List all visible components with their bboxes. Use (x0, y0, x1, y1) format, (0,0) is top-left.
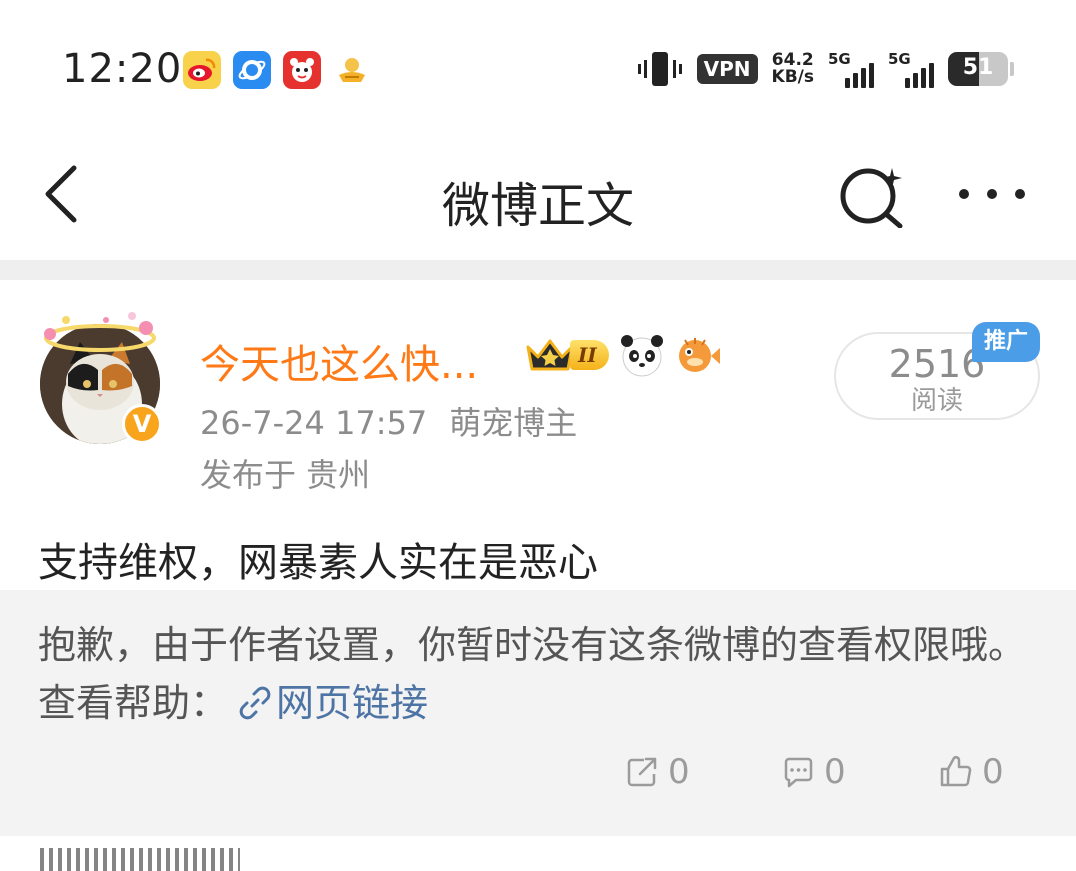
restricted-notice: 抱歉，由于作者设置，你暂时没有这条微博的查看权限哦。查看帮助： 网页链接 (38, 616, 1048, 732)
network-speed: 64.2 KB/s (772, 52, 814, 86)
system-icons: VPN 64.2 KB/s 5G 5G 51 (637, 50, 1014, 88)
hand-app-icon (333, 51, 371, 89)
weibo-app-icon (183, 51, 221, 89)
comment-icon (784, 757, 813, 788)
author-role: 萌宠博主 (449, 404, 578, 442)
speed-unit: KB/s (771, 67, 814, 87)
more-icon[interactable] (956, 182, 1028, 206)
comment-count: 0 (824, 752, 846, 792)
link-icon (239, 686, 271, 720)
page-title: 微博正文 (441, 178, 634, 234)
section-divider (0, 260, 1076, 280)
repost-count: 0 (668, 752, 690, 792)
user-badges: II (524, 332, 721, 378)
shopping-app-icon (283, 51, 321, 89)
restricted-repost-box: 抱歉，由于作者设置，你暂时没有这条微博的查看权限哦。查看帮助： 网页链接 0 0 … (0, 590, 1076, 836)
thumbs-up-icon (940, 756, 972, 787)
help-web-link[interactable]: 网页链接 (276, 681, 428, 725)
clock: 12:20 (62, 46, 183, 92)
next-post-preview (0, 836, 1076, 871)
signal-sim1-icon: 5G (828, 50, 874, 88)
post-location: 发布于 贵州 (200, 456, 371, 494)
comment-button[interactable]: 0 (780, 752, 846, 792)
battery-level: 51 (962, 55, 994, 80)
vip-level: II (570, 340, 609, 370)
repost-icon (627, 757, 657, 787)
post-text: 支持维权，网暴素人实在是恶心 (38, 540, 598, 586)
username[interactable]: 今天也这么快... (200, 332, 478, 390)
panda-icon (620, 335, 663, 377)
crown-icon (526, 339, 574, 371)
post-actions: 0 0 0 (620, 752, 1040, 800)
promote-badge[interactable]: 推广 (972, 322, 1040, 362)
like-button[interactable]: 0 (938, 752, 1004, 792)
post-timestamp: 26-7-24 17:57 (200, 404, 428, 442)
cropped-text-fragment (40, 848, 240, 871)
verified-badge: V (122, 404, 162, 444)
read-label: 阅读 (910, 386, 963, 416)
avatar-frame-icon (44, 312, 156, 352)
vip-crown-badge[interactable]: II (524, 335, 609, 375)
avatar[interactable]: V (36, 308, 166, 448)
like-count: 0 (982, 752, 1004, 792)
browser-app-icon (233, 51, 271, 89)
signal-sim2-icon: 5G (888, 50, 934, 88)
status-bar: 12:20 VPN 64.2 KB/s 5G 5G 51 (0, 0, 1076, 130)
search-icon[interactable] (836, 162, 906, 228)
post-card[interactable]: V 今天也这么快... II 26-7-24 17:57 萌宠博主 发布于 贵州 … (0, 280, 1076, 590)
battery-tip (1010, 62, 1014, 76)
notification-icons (183, 51, 371, 89)
vibrate-icon (637, 52, 682, 86)
post-meta: 26-7-24 17:57 萌宠博主 (200, 398, 577, 444)
vpn-indicator: VPN (696, 54, 758, 84)
nav-bar: 微博正文 (0, 130, 1076, 260)
pufferfish-icon (678, 338, 720, 372)
restricted-notice-text: 抱歉，由于作者设置，你暂时没有这条微博的查看权限哦。查看帮助： (38, 623, 1027, 725)
repost-button[interactable]: 0 (624, 752, 690, 792)
battery-icon: 51 (948, 52, 1008, 86)
